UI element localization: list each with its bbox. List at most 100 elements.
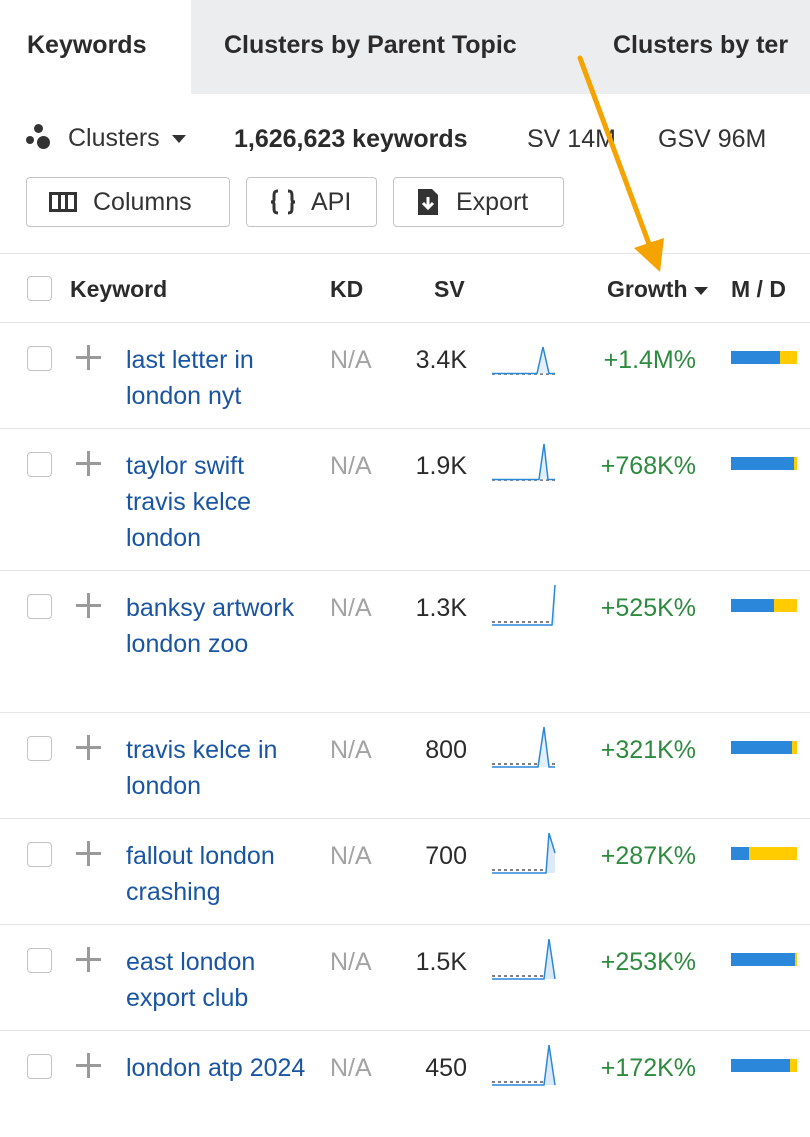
columns-button-label: Columns (93, 188, 192, 217)
table-row: fallout london crashing N/A 700 +287K% (0, 819, 810, 925)
kd-value: N/A (330, 1050, 372, 1086)
mobile-share-fill (731, 351, 780, 364)
tab-bar: Keywords Clusters by Parent Topic Cluste… (0, 0, 810, 94)
kd-value: N/A (330, 448, 372, 484)
api-button-label: API (311, 188, 351, 217)
columns-button[interactable]: Columns (26, 177, 230, 227)
header-keyword[interactable]: Keyword (70, 276, 167, 303)
row-checkbox[interactable] (27, 842, 52, 867)
mobile-share-fill (731, 457, 794, 470)
growth-value: +172K% (601, 1050, 696, 1086)
table-header: Keyword KD SV Growth M / D (0, 253, 810, 323)
kd-value: N/A (330, 342, 372, 378)
mobile-share-fill (731, 847, 749, 860)
add-keyword-icon[interactable] (76, 345, 101, 370)
trend-sparkline (491, 443, 557, 485)
add-keyword-icon[interactable] (76, 735, 101, 760)
clusters-dropdown-label: Clusters (68, 124, 160, 153)
trend-sparkline (491, 727, 557, 769)
keyword-link[interactable]: fallout london crashing (126, 838, 316, 910)
mobile-share-fill (731, 599, 774, 612)
tab-keywords[interactable]: Keywords (0, 0, 191, 94)
tab-clusters-parent-topic-label: Clusters by Parent Topic (224, 31, 517, 59)
table-row: travis kelce in london N/A 800 +321K% (0, 713, 810, 819)
clusters-icon (26, 123, 56, 153)
mobile-share-fill (731, 953, 795, 966)
add-keyword-icon[interactable] (76, 841, 101, 866)
row-checkbox[interactable] (27, 736, 52, 761)
add-keyword-icon[interactable] (76, 947, 101, 972)
mobile-share-fill (731, 1059, 790, 1072)
mobile-desktop-bar (731, 1059, 797, 1072)
mobile-desktop-bar (731, 351, 797, 364)
growth-value: +253K% (601, 944, 696, 980)
tab-clusters-parent-topic[interactable]: Clusters by Parent Topic (224, 0, 517, 94)
sv-value: 1.5K (416, 944, 467, 980)
keyword-count: 1,626,623 keywords (234, 125, 468, 154)
table-row: taylor swift travis kelce london N/A 1.9… (0, 429, 810, 571)
export-button-label: Export (456, 188, 528, 217)
sv-total: SV 14M (527, 125, 616, 154)
growth-value: +525K% (601, 590, 696, 626)
table-row: banksy artwork london zoo N/A 1.3K +525K… (0, 571, 810, 713)
add-keyword-icon[interactable] (76, 1053, 101, 1078)
sv-value: 800 (425, 732, 467, 768)
keyword-link[interactable]: taylor swift travis kelce london (126, 448, 301, 556)
growth-value: +321K% (601, 732, 696, 768)
header-md[interactable]: M / D (731, 276, 786, 303)
mobile-desktop-bar (731, 457, 797, 470)
trend-sparkline (491, 833, 557, 875)
sort-desc-icon (694, 287, 708, 295)
kd-value: N/A (330, 944, 372, 980)
trend-sparkline (491, 939, 557, 981)
table-row: east london export club N/A 1.5K +253K% (0, 925, 810, 1031)
export-icon (416, 188, 440, 216)
mobile-desktop-bar (731, 953, 797, 966)
keyword-link[interactable]: london atp 2024 (126, 1050, 316, 1086)
growth-value: +287K% (601, 838, 696, 874)
add-keyword-icon[interactable] (76, 451, 101, 476)
table-row: last letter in london nyt N/A 3.4K +1.4M… (0, 323, 810, 429)
keyword-link[interactable]: last letter in london nyt (126, 342, 316, 414)
summary-toolbar: Clusters 1,626,623 keywords SV 14M GSV 9… (0, 115, 810, 165)
table-row: london atp 2024 N/A 450 +172K% (0, 1031, 810, 1137)
mobile-desktop-bar (731, 741, 797, 754)
row-checkbox[interactable] (27, 948, 52, 973)
mobile-share-fill (731, 741, 792, 754)
row-checkbox[interactable] (27, 1054, 52, 1079)
kd-value: N/A (330, 838, 372, 874)
api-button[interactable]: API (246, 177, 377, 227)
export-button[interactable]: Export (393, 177, 564, 227)
columns-icon (49, 192, 77, 212)
growth-value: +768K% (601, 448, 696, 484)
braces-icon (269, 188, 297, 216)
kd-value: N/A (330, 732, 372, 768)
row-checkbox[interactable] (27, 594, 52, 619)
mobile-desktop-bar (731, 847, 797, 860)
kd-value: N/A (330, 590, 372, 626)
trend-sparkline (491, 337, 557, 379)
tab-clusters-by-terms-label: Clusters by ter (613, 31, 788, 59)
sv-value: 3.4K (416, 342, 467, 378)
sv-value: 1.9K (416, 448, 467, 484)
tab-clusters-by-terms[interactable]: Clusters by ter (613, 0, 788, 94)
clusters-dropdown[interactable]: Clusters (26, 123, 186, 153)
select-all-checkbox[interactable] (27, 276, 52, 301)
add-keyword-icon[interactable] (76, 593, 101, 618)
keyword-link[interactable]: banksy artwork london zoo (126, 590, 301, 662)
row-checkbox[interactable] (27, 452, 52, 477)
gsv-total: GSV 96M (658, 125, 766, 154)
header-kd[interactable]: KD (330, 276, 363, 303)
sv-value: 1.3K (416, 590, 467, 626)
chevron-down-icon (172, 135, 186, 143)
sv-value: 700 (425, 838, 467, 874)
keyword-link[interactable]: east london export club (126, 944, 316, 1016)
growth-value: +1.4M% (604, 342, 696, 378)
header-growth[interactable]: Growth (607, 276, 708, 303)
mobile-desktop-bar (731, 599, 797, 612)
header-sv[interactable]: SV (434, 276, 465, 303)
row-checkbox[interactable] (27, 346, 52, 371)
sv-value: 450 (425, 1050, 467, 1086)
trend-sparkline (491, 585, 557, 627)
keyword-link[interactable]: travis kelce in london (126, 732, 316, 804)
